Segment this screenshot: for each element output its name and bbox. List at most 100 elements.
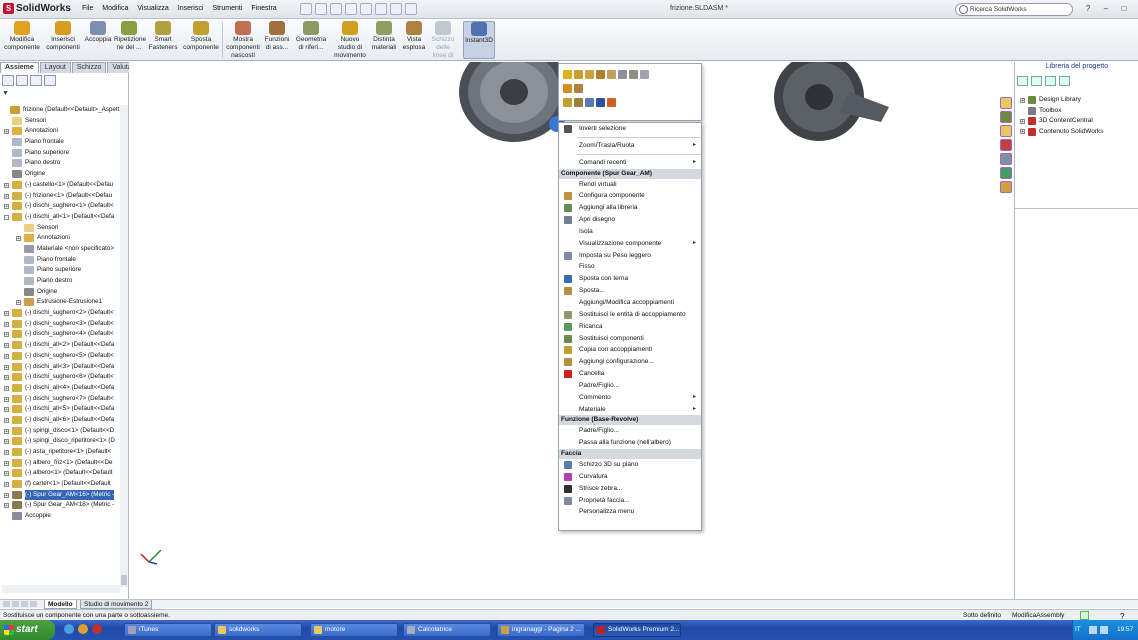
expand-toggle[interactable]: + xyxy=(4,407,9,413)
tree-item[interactable]: + (-) dischi_all<2> (Default<<Defa xyxy=(0,340,120,351)
ribbon-button-3[interactable]: Ripetizione ne del ... xyxy=(114,21,146,52)
tree-item[interactable]: Materiale <non specificato> xyxy=(0,244,120,255)
taskbar-item[interactable]: iTunes xyxy=(124,623,212,637)
ie-icon[interactable] xyxy=(64,624,74,634)
minimize-button[interactable]: – xyxy=(1100,3,1112,14)
print-icon[interactable] xyxy=(345,3,357,15)
scroll-prev-icon[interactable] xyxy=(12,601,19,607)
library-item[interactable]: Toolbox xyxy=(1020,106,1104,117)
expand-toggle[interactable]: + xyxy=(4,364,9,370)
filter-icon[interactable]: ▼ xyxy=(2,90,22,99)
expand-toggle[interactable]: + xyxy=(4,428,9,434)
tab-1[interactable]: Layout xyxy=(39,62,71,73)
rebuild-status-icon[interactable] xyxy=(1080,611,1089,620)
expand-toggle[interactable]: + xyxy=(4,417,9,423)
search-input[interactable]: Ricerca SolidWorks xyxy=(955,3,1073,16)
open-icon[interactable] xyxy=(315,3,327,15)
expand-toggle[interactable]: + xyxy=(4,460,9,466)
tree-item[interactable]: + Annotazioni xyxy=(0,233,120,244)
start-button[interactable]: start xyxy=(0,620,55,640)
add-to-library-icon[interactable] xyxy=(1059,76,1070,86)
menu-item[interactable]: Sposta con terna xyxy=(559,273,701,285)
context-tool-icon[interactable] xyxy=(563,98,572,107)
menu-item[interactable]: Fisso xyxy=(559,261,701,273)
tree-item[interactable]: - (-) dischi_all<1> (Default<<Defa xyxy=(0,212,120,223)
context-tool-icon[interactable] xyxy=(618,70,627,79)
menu-item[interactable]: Materiale ▸ xyxy=(559,404,701,416)
menu-item[interactable]: Apri disegno xyxy=(559,214,701,226)
menu-item[interactable]: Isola xyxy=(559,226,701,238)
expand-toggle[interactable]: + xyxy=(4,193,9,199)
new-icon[interactable] xyxy=(300,3,312,15)
menu-item[interactable]: Aggiungi alla libreria xyxy=(559,202,701,214)
menu-item[interactable]: Curvatura xyxy=(559,471,701,483)
menu-item[interactable]: Visualizzazione componente ▸ xyxy=(559,238,701,250)
context-tool-icon[interactable] xyxy=(629,70,638,79)
context-tool-icon[interactable] xyxy=(574,84,583,93)
menu-item[interactable]: Aggiungi/Modifica accoppiamenti xyxy=(559,297,701,309)
tree-item[interactable]: + (-) dischi_all<3> (Default<<Defa xyxy=(0,362,120,373)
bottom-tab-1[interactable]: Studio di movimento 2 xyxy=(80,600,153,609)
menu-item[interactable]: Commento ▸ xyxy=(559,392,701,404)
expand-toggle[interactable]: + xyxy=(4,503,9,509)
feature-tree-tab-icon[interactable] xyxy=(2,75,14,86)
scroll-first-icon[interactable] xyxy=(3,601,10,607)
tree-item[interactable]: + (-) dischi_sughero<6> (Default< xyxy=(0,372,120,383)
file-explorer-tab-icon[interactable] xyxy=(1000,125,1012,137)
tree-item[interactable]: + (-) dischi_sughero<5> (Default< xyxy=(0,351,120,362)
home-icon[interactable] xyxy=(1000,97,1012,109)
help-icon[interactable]: ? xyxy=(1082,3,1094,14)
menu-item[interactable]: Personalizza menu xyxy=(559,506,701,518)
maximize-button[interactable]: □ xyxy=(1118,3,1130,14)
tab-2[interactable]: Schizzo xyxy=(71,62,107,73)
tree-item[interactable]: + (-) dischi_sughero<7> (Default< xyxy=(0,394,120,405)
menu-item[interactable]: Proprietà faccia... xyxy=(559,495,701,507)
tree-item[interactable]: + (f) carter<1> (Default<<Default xyxy=(0,479,120,490)
property-manager-tab-icon[interactable] xyxy=(16,75,28,86)
solidworks-quicklaunch-icon[interactable] xyxy=(92,624,102,634)
taskbar-item[interactable]: motore xyxy=(310,623,398,637)
menu-item[interactable]: Configura componente xyxy=(559,190,701,202)
ribbon-button-9[interactable]: Nuovo studio di movimento xyxy=(334,21,366,60)
menu-item-2[interactable]: Visualizza xyxy=(137,5,168,12)
expand-toggle[interactable]: + xyxy=(4,353,9,359)
scroll-next-icon[interactable] xyxy=(21,601,28,607)
ribbon-button-8[interactable]: Geometria di riferi... xyxy=(294,21,328,52)
tree-item[interactable]: frizione (Default<<Default>_Aspett xyxy=(0,105,120,116)
context-tool-icon[interactable] xyxy=(596,70,605,79)
expand-toggle[interactable]: + xyxy=(4,492,9,498)
tree-item[interactable]: Piano superiore xyxy=(0,148,120,159)
language-indicator[interactable]: IT xyxy=(1075,620,1081,640)
expand-toggle[interactable]: + xyxy=(4,385,9,391)
menu-item[interactable]: Copia con accoppiamenti xyxy=(559,344,701,356)
gear-part-right[interactable] xyxy=(774,62,889,141)
context-tool-icon[interactable] xyxy=(585,70,594,79)
save-icon[interactable] xyxy=(330,3,342,15)
ribbon-button-7[interactable]: Funzioni di ass... xyxy=(263,21,291,52)
ribbon-button-5[interactable]: Sposta componente xyxy=(183,21,219,52)
expand-toggle[interactable]: + xyxy=(4,311,9,317)
menu-item[interactable]: Rendi virtuali xyxy=(559,179,701,191)
menu-item[interactable]: Sostituisci componenti xyxy=(559,333,701,345)
tree-item[interactable]: + (-) dischi_sughero<3> (Default< xyxy=(0,319,120,330)
expand-toggle[interactable]: - xyxy=(4,214,9,220)
select-icon[interactable] xyxy=(375,3,387,15)
tree-horizontal-scrollbar[interactable] xyxy=(2,585,120,593)
expand-toggle[interactable]: + xyxy=(4,343,9,349)
tree-item[interactable]: Sensori xyxy=(0,116,120,127)
tree-item[interactable]: + (-) dischi_all<6> (Default<<Defa xyxy=(0,415,120,426)
expand-toggle[interactable]: + xyxy=(4,204,9,210)
expand-toggle[interactable]: + xyxy=(1020,97,1025,103)
ribbon-button-1[interactable]: Inserisci componenti xyxy=(44,21,82,52)
ribbon-button-0[interactable]: Modifica componente xyxy=(3,21,41,52)
expand-toggle[interactable]: + xyxy=(4,182,9,188)
expand-toggle[interactable]: + xyxy=(4,321,9,327)
tree-item[interactable]: Piano destro xyxy=(0,158,120,169)
menu-item[interactable]: Cancella xyxy=(559,368,701,380)
menu-item[interactable]: Padre/Figlio... xyxy=(559,380,701,392)
tree-item[interactable]: Piano frontale xyxy=(0,255,120,266)
tree-item[interactable]: + (-) dischi_sughero<2> (Default< xyxy=(0,308,120,319)
context-tool-icon[interactable] xyxy=(563,70,572,79)
tree-item[interactable]: Accoppie xyxy=(0,511,120,522)
appearances-tab-icon[interactable] xyxy=(1000,153,1012,165)
